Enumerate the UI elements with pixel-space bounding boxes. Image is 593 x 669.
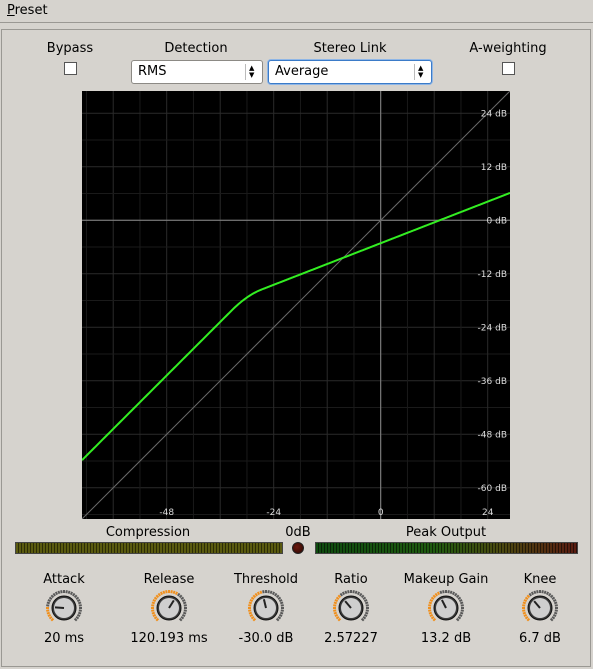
detection-label: Detection	[164, 41, 228, 56]
ratio-label: Ratio	[334, 572, 368, 587]
transfer-curve	[81, 191, 511, 461]
release-knob[interactable]	[150, 589, 188, 627]
a-weighting-label: A-weighting	[469, 41, 547, 56]
transfer-curve-svg: 24 dB 12 dB 0 dB -12 dB -24 dB -36 dB -48 dB -6…	[81, 90, 511, 520]
stereo-link-value: Average	[275, 64, 329, 79]
y-tick-label: 12 dB	[481, 163, 507, 173]
stereo-link-label: Stereo Link	[313, 41, 387, 56]
threshold-knob[interactable]	[247, 589, 285, 627]
ratio-knob[interactable]	[332, 589, 370, 627]
a-weighting-checkbox[interactable]	[502, 62, 515, 75]
attack-value: 20 ms	[43, 631, 85, 646]
menu-preset-rest: reset	[14, 3, 48, 18]
transfer-curve-graph: 24 dB 12 dB 0 dB -12 dB -24 dB -36 dB -48 dB -6…	[81, 90, 511, 520]
compression-meter	[15, 542, 283, 554]
attack-label: Attack	[43, 572, 85, 587]
peak-output-meter	[315, 542, 578, 554]
release-label: Release	[143, 572, 195, 587]
compression-meter-label: Compression	[105, 525, 191, 540]
x-tick-label: 0	[378, 508, 384, 518]
menu-preset[interactable]: Preset	[7, 3, 48, 18]
x-tick-label: -24	[266, 508, 281, 518]
knee-value: 6.7 dB	[519, 631, 561, 646]
detection-value: RMS	[138, 64, 167, 79]
x-tick-label: -48	[159, 508, 174, 518]
y-tick-label: -36 dB	[478, 377, 507, 387]
knee-label: Knee	[523, 572, 557, 587]
menu-preset-mnemonic: P	[7, 3, 15, 18]
attack-knob[interactable]	[45, 589, 83, 627]
y-tick-label: -48 dB	[478, 430, 507, 440]
detection-select[interactable]: RMS ▲ ▼	[131, 60, 263, 84]
ratio-value: 2.57227	[324, 631, 378, 646]
bypass-checkbox[interactable]	[64, 62, 77, 75]
clip-label: 0dB	[285, 525, 311, 540]
y-tick-label: 0 dB	[487, 216, 507, 226]
chevron-updown-icon: ▲ ▼	[245, 64, 259, 80]
y-tick-label: 24 dB	[481, 109, 507, 119]
knee-knob[interactable]	[521, 589, 559, 627]
makeup-gain-knob[interactable]	[427, 589, 465, 627]
y-tick-label: -60 dB	[478, 484, 507, 494]
x-tick-label: 24	[482, 508, 494, 518]
menu-bar: Preset	[0, 0, 593, 23]
bypass-label: Bypass	[46, 41, 94, 56]
chevron-updown-icon: ▲ ▼	[414, 64, 428, 80]
stereo-link-select[interactable]: Average ▲ ▼	[268, 60, 432, 84]
clip-led	[292, 542, 304, 554]
y-tick-label: -12 dB	[478, 270, 507, 280]
unity-line	[81, 90, 511, 520]
y-tick-label: -24 dB	[478, 323, 507, 333]
release-value: 120.193 ms	[130, 631, 208, 646]
peak-output-meter-label: Peak Output	[405, 525, 487, 540]
